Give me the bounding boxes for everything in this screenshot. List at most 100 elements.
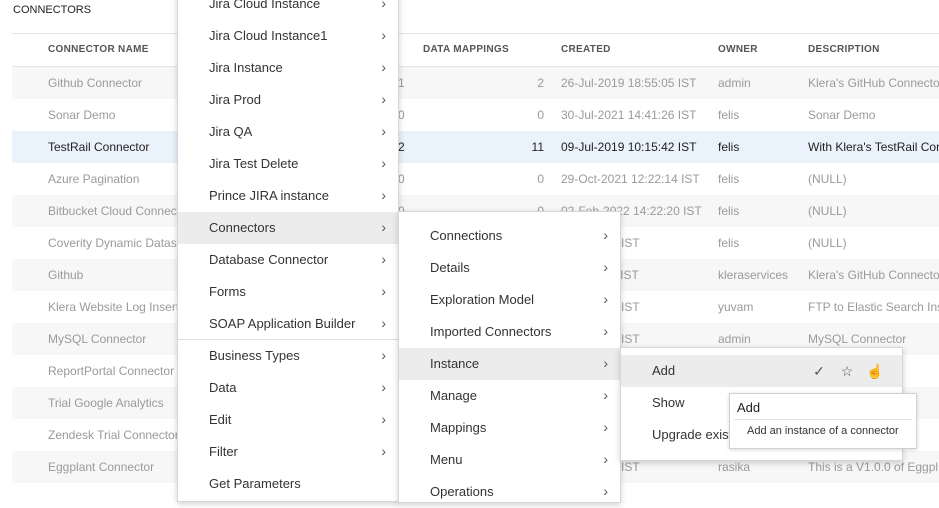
menu-item-label: Edit [209, 412, 232, 427]
menu-item-label: Filter [209, 444, 238, 459]
cell-owner: felis [718, 172, 740, 186]
chevron-right-icon: › [381, 219, 386, 235]
menu-item-label: Upgrade exist [652, 427, 733, 442]
chevron-right-icon: › [381, 0, 386, 11]
cell-connector-name: Bitbucket Cloud Connec [48, 204, 177, 218]
cell-owner: yuvam [718, 300, 754, 314]
cell-owner: rasika [718, 460, 751, 474]
menu-item-get-parameters[interactable]: Get Parameters [178, 468, 398, 500]
chevron-right-icon: › [381, 411, 386, 427]
menu-item-jira-prod[interactable]: Jira Prod › [178, 84, 398, 116]
chevron-right-icon: › [603, 355, 608, 371]
menu-item-connectors[interactable]: Connectors › [178, 212, 398, 244]
check-icon[interactable]: ✓ [810, 362, 828, 380]
submenu-item-operations[interactable]: Operations › [399, 476, 620, 508]
cell-connector-name: Azure Pagination [48, 172, 140, 186]
pointer-icon[interactable]: ☝ [866, 362, 884, 380]
cell-count: 2 [398, 140, 405, 154]
menu-item-label: Instance [430, 356, 480, 371]
menu-item-label: Get Parameters [209, 476, 301, 491]
cell-description: (NULL) [808, 236, 847, 250]
submenu-item-instance[interactable]: Instance › [399, 348, 620, 380]
menu-item-label: Menu [430, 452, 463, 467]
cell-connector-name: Klera Website Log Insert [48, 300, 178, 314]
cell-owner: felis [718, 236, 740, 250]
chevron-right-icon: › [603, 323, 608, 339]
cell-data-mappings: 0 [537, 108, 544, 122]
cell-count: 0 [398, 172, 405, 186]
star-icon[interactable]: ☆ [838, 362, 856, 380]
menu-item-label: Forms [209, 284, 246, 299]
menu-item-jira-test-delete[interactable]: Jira Test Delete › [178, 148, 398, 180]
context-submenu-connectors: Connections › Details › Exploration Model › Im… [398, 211, 621, 503]
chevron-right-icon: › [381, 27, 386, 43]
chevron-right-icon: › [603, 291, 608, 307]
table-header: CONNECTOR NAME DATA MAPPINGS CREATED OWN… [12, 33, 939, 67]
cell-owner: kleraservices [718, 268, 789, 282]
table-row[interactable]: TestRail Connector 2 11 09-Jul-2019 10:15:4… [12, 131, 939, 163]
submenu-item-manage[interactable]: Manage › [399, 380, 620, 412]
submenu-item-imported-connectors[interactable]: Imported Connectors › [399, 316, 620, 348]
menu-item-label: Exploration Model [430, 292, 535, 307]
table-row[interactable]: Sonar Demo 0 0 30-Jul-2021 14:41:26 IST feli… [12, 99, 939, 131]
menu-item-label: Jira Test Delete [209, 156, 299, 171]
menu-item-filter[interactable]: Filter › [178, 436, 398, 468]
chevron-right-icon: › [381, 187, 386, 203]
cell-connector-name: Github [48, 268, 84, 282]
menu-item-label: Jira Cloud Instance [209, 0, 321, 11]
chevron-right-icon: › [381, 59, 386, 75]
table-row[interactable]: Github Connector 1 2 26-Jul-2019 18:55:05 I… [12, 67, 939, 99]
cell-owner: felis [718, 108, 740, 122]
menu-item-jira-cloud-instance1[interactable]: Jira Cloud Instance1 › [178, 20, 398, 52]
chevron-right-icon: › [381, 443, 386, 459]
menu-item-label: Details [430, 260, 470, 275]
cell-owner: admin [718, 332, 751, 346]
submenu-item-details[interactable]: Details › [399, 252, 620, 284]
cell-connector-name: Trial Google Analytics [48, 396, 164, 410]
menu-item-prince-jira-instance[interactable]: Prince JIRA instance › [178, 180, 398, 212]
menu-item-business-types[interactable]: Business Types › [178, 340, 398, 372]
cell-connector-name: Github Connector [48, 76, 143, 90]
submenu-item-mappings[interactable]: Mappings › [399, 412, 620, 444]
column-header-created[interactable]: CREATED [561, 44, 611, 55]
menu-item-database-connector[interactable]: Database Connector › [178, 244, 398, 276]
column-header-data-mappings[interactable]: DATA MAPPINGS [423, 44, 509, 55]
submenu-item-connections[interactable]: Connections › [399, 220, 620, 252]
chevron-right-icon: › [381, 315, 386, 331]
submenu-item-menu[interactable]: Menu › [399, 444, 620, 476]
menu-item-label: Database Connector [209, 252, 329, 267]
menu-item-jira-instance[interactable]: Jira Instance › [178, 52, 398, 84]
menu-item-forms[interactable]: Forms › [178, 276, 398, 308]
cell-owner: felis [718, 140, 740, 154]
table-row[interactable]: Azure Pagination 0 0 29-Oct-2021 12:22:14 I… [12, 163, 939, 195]
chevron-right-icon: › [381, 155, 386, 171]
cell-description: With Klera's TestRail Con [808, 140, 939, 154]
menu-item-label: Prince JIRA instance [209, 188, 329, 203]
instance-item-add[interactable]: Add [621, 355, 902, 387]
menu-item-jira-cloud-instance[interactable]: Jira Cloud Instance › [178, 0, 398, 20]
menu-item-soap-application-builder[interactable]: SOAP Application Builder › [178, 308, 398, 340]
submenu-item-exploration-model[interactable]: Exploration Model › [399, 284, 620, 316]
menu-item-label: Manage [430, 388, 477, 403]
menu-item-data[interactable]: Data › [178, 372, 398, 404]
menu-item-label: Mappings [430, 420, 487, 435]
menu-item-label: Jira QA [209, 124, 253, 139]
tooltip-divider [734, 419, 912, 420]
menu-item-edit[interactable]: Edit › [178, 404, 398, 436]
cell-count: 1 [398, 76, 405, 90]
chevron-right-icon: › [381, 91, 386, 107]
menu-item-label: Connectors [209, 220, 276, 235]
column-header-connector-name[interactable]: CONNECTOR NAME [48, 44, 149, 55]
cell-connector-name: ReportPortal Connector [48, 364, 175, 378]
menu-item-label: Show [652, 395, 685, 410]
cell-description: (NULL) [808, 204, 847, 218]
column-header-owner[interactable]: OWNER [718, 44, 758, 55]
menu-item-jira-qa[interactable]: Jira QA › [178, 116, 398, 148]
menu-item-label: Data [209, 380, 237, 395]
chevron-right-icon: › [603, 451, 608, 467]
column-header-description[interactable]: DESCRIPTION [808, 44, 880, 55]
cell-description: (NULL) [808, 172, 847, 186]
chevron-right-icon: › [603, 227, 608, 243]
cell-description: Klera's GitHub Connector [808, 76, 939, 90]
cell-owner: felis [718, 204, 740, 218]
